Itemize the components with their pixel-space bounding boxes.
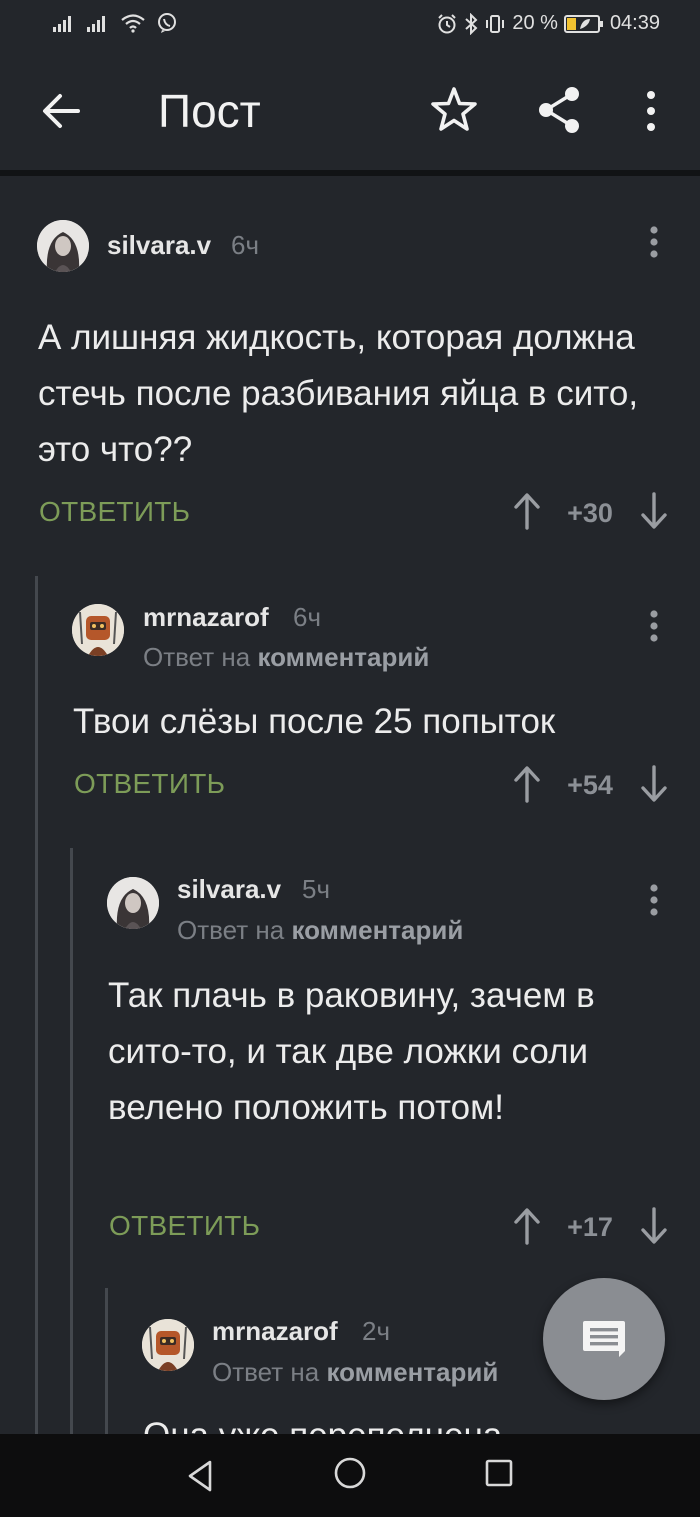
arrow-down-icon[interactable] (639, 492, 669, 530)
bluetooth-icon (465, 12, 478, 35)
alarm-icon (438, 13, 457, 33)
vote-score: +30 (567, 498, 613, 528)
comment-time: 6ч (231, 230, 260, 260)
thread-line-level-2 (70, 848, 73, 1434)
vote-score: +54 (567, 770, 613, 800)
arrow-up-icon[interactable] (512, 765, 542, 803)
app-bar: Пост (0, 50, 700, 172)
avatar-robot-icon (142, 1319, 194, 1371)
reply-to-label[interactable]: Ответ на комментарий (143, 642, 429, 673)
reply-to-link[interactable]: комментарий (326, 1357, 498, 1387)
arrow-up-icon[interactable] (512, 1207, 542, 1245)
system-nav-bar (0, 1434, 700, 1517)
reply-to-link[interactable]: комментарий (257, 642, 429, 672)
reply-to-label[interactable]: Ответ на комментарий (212, 1357, 498, 1388)
avatar-portrait-icon (37, 220, 89, 272)
star-outline-icon[interactable] (428, 84, 480, 136)
reply-button[interactable]: ОТВЕТИТЬ (74, 768, 225, 800)
thread-line-level-3 (105, 1288, 108, 1434)
more-vertical-icon[interactable] (636, 86, 666, 136)
nav-back-icon[interactable] (184, 1458, 216, 1494)
avatar-robot-icon (72, 604, 124, 656)
comment-time: 6ч (293, 602, 322, 632)
page-title: Пост (158, 85, 261, 137)
wifi-icon (121, 14, 145, 33)
comments-list: silvara.v 6ч А лишняя жидкость, которая … (0, 176, 700, 1434)
comment-text: Так плачь в раковину, зачем в сито-то, и… (108, 976, 595, 1127)
more-vertical-icon[interactable] (644, 224, 664, 260)
clock: 04:39 (609, 12, 660, 34)
reply-to-prefix: Ответ на (143, 642, 251, 672)
comment-time: 2ч (362, 1316, 391, 1346)
more-vertical-icon[interactable] (644, 882, 664, 918)
reply-to-prefix: Ответ на (212, 1357, 320, 1387)
comment-text: Она уже переполнена (143, 1408, 663, 1434)
more-vertical-icon[interactable] (644, 608, 664, 644)
arrow-left-icon[interactable] (38, 88, 84, 134)
battery-icon (563, 14, 603, 33)
comment-text: А лишняя жидкость, которая должна стечь … (38, 318, 639, 469)
avatar[interactable] (142, 1319, 194, 1371)
signal-icon (53, 16, 71, 32)
avatar[interactable] (72, 604, 124, 656)
status-left-icons (52, 12, 178, 34)
avatar[interactable] (107, 877, 159, 929)
share-icon[interactable] (534, 84, 586, 136)
comment-author[interactable]: mrnazarof (212, 1316, 338, 1347)
nav-recent-apps-icon[interactable] (484, 1458, 514, 1488)
comment-author[interactable]: mrnazarof (143, 602, 269, 633)
vibrate-icon (486, 14, 505, 33)
comment-author[interactable]: silvara.v (107, 230, 211, 261)
avatar[interactable] (37, 220, 89, 272)
reply-to-prefix: Ответ на (177, 915, 285, 945)
thread-line-level-1 (35, 576, 38, 1434)
reply-to-label[interactable]: Ответ на комментарий (177, 915, 463, 946)
avatar-portrait-icon (107, 877, 159, 929)
arrow-down-icon[interactable] (639, 765, 669, 803)
viber-icon (158, 13, 176, 33)
reply-button[interactable]: ОТВЕТИТЬ (109, 1210, 260, 1242)
reply-button[interactable]: ОТВЕТИТЬ (39, 496, 190, 528)
comment-icon (583, 1321, 625, 1357)
arrow-up-icon[interactable] (512, 492, 542, 530)
status-right-icons: 20 % 04:39 (436, 12, 660, 35)
arrow-down-icon[interactable] (639, 1207, 669, 1245)
nav-home-icon[interactable] (333, 1456, 367, 1490)
vote-score: +17 (567, 1212, 613, 1242)
status-bar: 20 % 04:39 (0, 0, 700, 50)
comment-time: 5ч (302, 874, 331, 904)
comment-author[interactable]: silvara.v (177, 874, 281, 905)
comment-text: Твои слёзы после 25 попыток (73, 702, 556, 741)
add-comment-button[interactable] (543, 1278, 665, 1400)
reply-to-link[interactable]: комментарий (291, 915, 463, 945)
signal-icon-2 (87, 16, 105, 32)
battery-percent: 20 % (512, 12, 558, 34)
